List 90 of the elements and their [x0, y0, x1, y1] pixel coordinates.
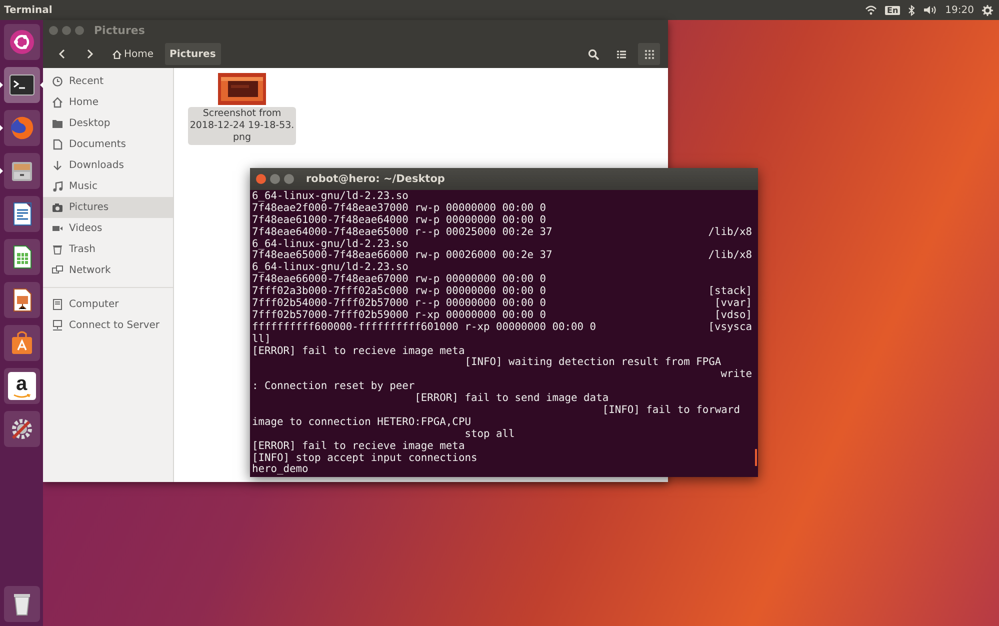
launcher-item[interactable] [4, 586, 40, 622]
camera-icon [52, 202, 63, 213]
file-name[interactable]: Screenshot from 2018-12-24 19-18-53. png [188, 107, 296, 145]
minimize-button[interactable] [270, 174, 280, 184]
output-line: [ERROR] fail to recieve image meta [252, 346, 465, 358]
chevron-left-icon [58, 49, 66, 59]
document-icon [52, 139, 63, 150]
sidebar-item[interactable]: Desktop [43, 113, 173, 134]
maximize-button[interactable] [284, 174, 294, 184]
computer-icon [52, 299, 63, 310]
output-line: ll] [252, 334, 271, 346]
video-camera-icon [52, 223, 63, 234]
sidebar-item[interactable]: Computer [43, 294, 173, 315]
output-text: /lib/x8 [708, 226, 753, 239]
ubuntu-logo-icon [8, 29, 34, 55]
list-icon [616, 50, 626, 58]
output-line: 7f48eae66000-7f48eae67000 rw-p 00000000 00:00 0 [252, 274, 546, 286]
launcher-item[interactable] [4, 282, 40, 318]
output-line: [ERROR] fail to recieve image meta [252, 440, 465, 453]
output-text: [vdso] [714, 310, 753, 322]
output-line: 7fff02b57000-7fff02b59000 r-xp 00000000 00:00 0 [252, 310, 546, 322]
sidebar-item[interactable]: Videos [43, 218, 173, 239]
terminal-icon [8, 72, 34, 98]
sidebar-item[interactable]: Pictures [43, 197, 173, 218]
output-line: 6_64-linux-gnu/ld-2.23.so [252, 238, 408, 250]
clock-icon [52, 76, 63, 87]
output-line: [INFO] waiting detection result from FPGA [464, 357, 722, 369]
bluetooth-icon[interactable] [908, 4, 916, 16]
launcher-item[interactable] [4, 325, 40, 361]
wifi-icon[interactable] [865, 5, 877, 15]
smile-arrow-icon [12, 394, 30, 398]
launcher-item[interactable] [4, 411, 40, 447]
sidebar-item[interactable]: Trash [43, 239, 173, 260]
sidebar-item[interactable]: Recent [43, 71, 173, 92]
output-line: 7fff02b54000-7fff02b57000 r--p 00000000 00:00 0 [252, 298, 546, 310]
network-icon [52, 265, 63, 276]
output-text: [vvar] [714, 298, 753, 310]
close-button[interactable] [256, 174, 266, 184]
download-icon [52, 160, 63, 171]
sidebar-item[interactable]: Network [43, 260, 173, 281]
cursor [755, 449, 757, 466]
launcher-item[interactable] [4, 239, 40, 275]
output-line: 6_64-linux-gnu/ld-2.23.so [252, 262, 408, 274]
output-line: stop all [464, 428, 515, 441]
output-line: 7f48eae65000-7f48eae66000 rw-p 00026000 00:2e 37 [252, 250, 552, 262]
home-icon [52, 97, 63, 108]
server-icon [52, 320, 63, 331]
window-title: Pictures [94, 24, 145, 36]
sidebar-item[interactable]: Home [43, 92, 173, 113]
keyboard-indicator[interactable]: En [885, 6, 900, 14]
sidebar-item[interactable]: Documents [43, 134, 173, 155]
app-title: Terminal [4, 4, 54, 16]
search-icon [588, 48, 598, 60]
settings-icon[interactable] [982, 4, 993, 16]
output-line: 7f48eae64000-7f48eae65000 r--p 00025000 00:2e 37 [252, 226, 552, 239]
output-line: 7f48eae2f000-7f48eae37000 rw-p 00000000 00:00 0 [252, 202, 546, 215]
output-line: 6_64-linux-gnu/ld-2.23.so [252, 191, 408, 203]
launcher-item[interactable] [4, 153, 40, 189]
output-line: : Connection reset by peer [252, 381, 415, 394]
chevron-right-icon [86, 49, 94, 59]
output-text: write [720, 369, 753, 382]
output-line: 7fff02a3b000-7fff02a5c000 rw-p 00000000 00:00 0 [252, 286, 546, 298]
window-title: robot@hero: ~/Desktop [306, 173, 445, 185]
output-text: [stack] [708, 286, 753, 298]
browser-icon [8, 115, 34, 141]
sidebar-item[interactable]: Connect to Server [43, 315, 173, 336]
path-button[interactable]: Home [107, 43, 159, 65]
launcher-item[interactable] [4, 24, 40, 60]
output-line: 7f48eae61000-7f48eae64000 rw-p 00000000 00:00 0 [252, 214, 546, 227]
folder-icon [52, 118, 63, 129]
output-text: [vsysca [708, 322, 753, 334]
launcher-item[interactable] [4, 196, 40, 232]
output-line: hero_demo [252, 464, 308, 476]
trash-icon [52, 244, 63, 255]
sidebar-item[interactable]: Downloads [43, 155, 173, 176]
volume-icon[interactable] [923, 5, 938, 15]
path-button[interactable]: Pictures [164, 43, 221, 65]
output-line: [INFO] stop accept input connections [252, 452, 478, 464]
output-text: /lib/x8 [708, 250, 753, 262]
grid-icon [644, 50, 654, 58]
home-icon [112, 50, 122, 58]
output-line: image to connection HETERO:FPGA,CPU [252, 416, 471, 429]
clock[interactable]: 19:20 [945, 4, 974, 16]
music-note-icon [52, 181, 63, 192]
sidebar-item[interactable]: Music [43, 176, 173, 197]
launcher-item[interactable] [4, 67, 40, 103]
output-line: ffffffffff600000-ffffffffff601000 r-xp 00000000 00:00 0 [252, 322, 596, 334]
output-line: [INFO] fail to forward [601, 405, 740, 417]
grid-view-button[interactable] [638, 43, 660, 65]
output-line: [ERROR] fail to send image data [414, 393, 609, 405]
